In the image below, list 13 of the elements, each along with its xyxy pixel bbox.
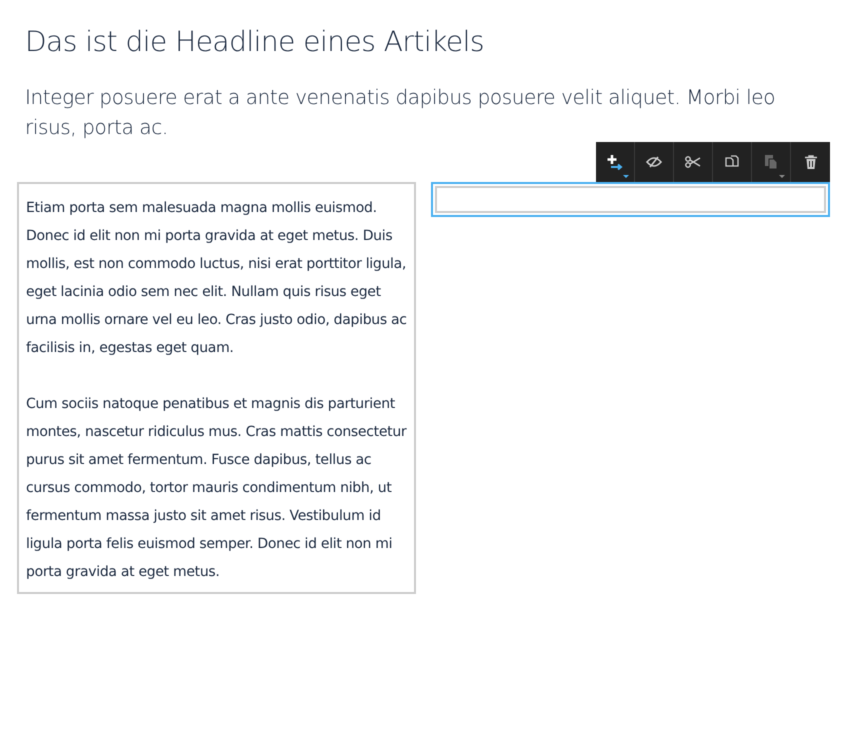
headline: Das ist die Headline eines Artikels — [25, 24, 485, 60]
paragraph: Cum sociis natoque penatibus et magnis dis parturient montes, nascetur ridiculus mus. Cras mattis consectetur purus sit amet fermentum. Fusce dapibus, tellus ac cursus commodo, tortor mauris condimentum nibh, ut fermentum massa justo sit amet risus. Vestibulum id ligula porta felis euismod semper. Donec id elit non mi porta gravida at eget metus. — [26, 395, 408, 582]
eye-slash-icon — [646, 156, 662, 168]
paste-icon — [764, 154, 778, 170]
copy-icon — [725, 154, 739, 170]
add-icon — [607, 154, 623, 170]
paragraph: Etiam porta sem malesuada magna mollis euismod. Donec id elit non mi porta gravida at eget metus. Duis mollis, est non commodo luctus, nisi erat porttitor ligula, eget lacinia odio sem nec elit. Nullam quis risus eget urna mollis ornare vel eu leo. Cras justo odio, dapibus ac facilisis in, egestas eget quam. — [26, 199, 408, 358]
text-block[interactable] — [17, 182, 416, 594]
subheadline: Integer posuere erat a ante venenatis dapibus posuere velit aliquet. Morbi leo risus, porta ac. — [25, 84, 776, 141]
trash-icon — [804, 155, 816, 169]
caret-icon — [623, 175, 629, 178]
scissors-icon — [685, 156, 701, 168]
caret-icon — [779, 175, 785, 178]
